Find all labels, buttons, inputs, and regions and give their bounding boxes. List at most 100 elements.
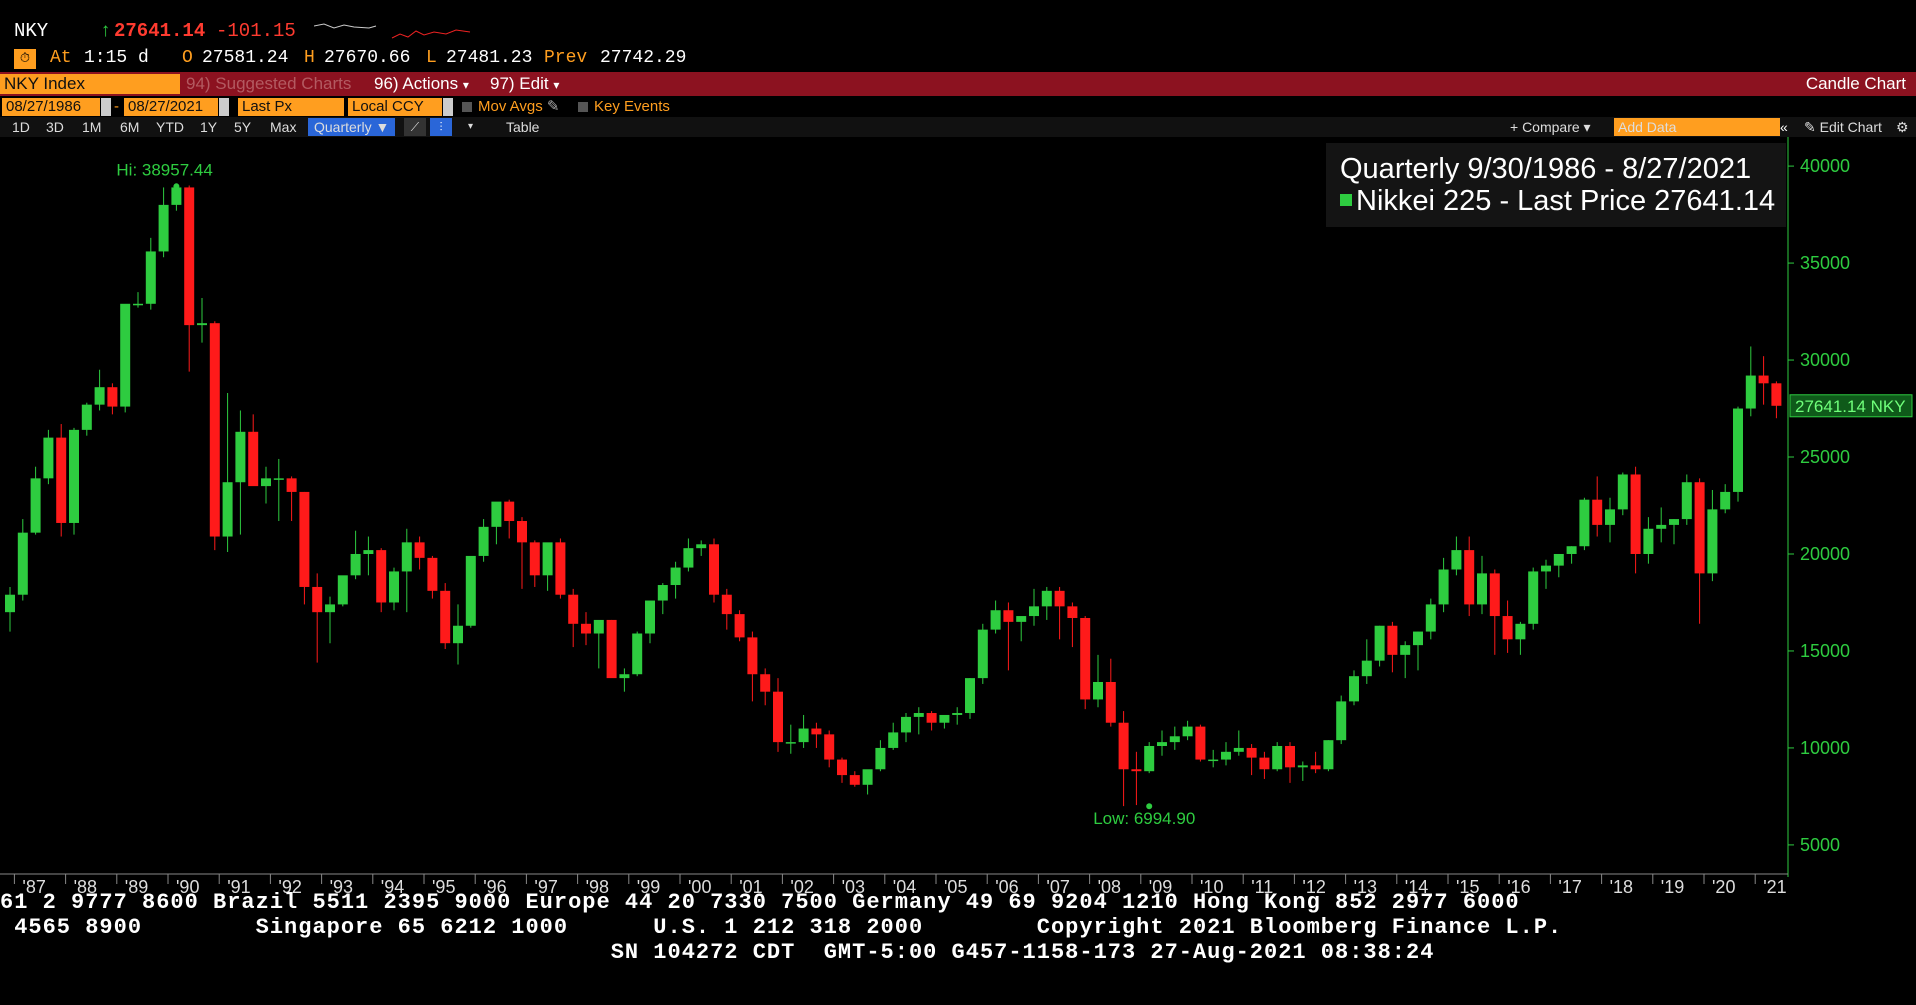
candle-body <box>222 482 233 537</box>
candle-body <box>158 204 169 252</box>
candle-body <box>1733 408 1743 492</box>
candle-body <box>1169 736 1180 743</box>
candle-body <box>1745 375 1756 409</box>
field-select[interactable]: Last Px <box>238 98 344 116</box>
chevron-down-icon[interactable] <box>443 98 453 116</box>
candle-body <box>1080 617 1091 700</box>
period-button-3d[interactable]: 3D <box>46 118 64 136</box>
period-button-1d[interactable]: 1D <box>12 118 30 136</box>
candle-body <box>1041 590 1052 607</box>
pencil-icon: ✎ <box>1804 119 1820 135</box>
candle-body <box>1323 740 1334 770</box>
frequency-select[interactable]: Quarterly ▼ <box>308 118 396 136</box>
edit-menu[interactable]: 97) Edit ▾ <box>490 74 559 94</box>
candle-body <box>1195 726 1206 760</box>
candle-body <box>1144 745 1155 772</box>
candle-body <box>798 728 809 743</box>
candle-body <box>504 501 515 522</box>
currency-select[interactable]: Local CCY <box>348 98 442 116</box>
candle-body <box>1131 769 1142 772</box>
candle-body <box>862 769 873 785</box>
chart-type-label: Candle Chart <box>1805 74 1906 93</box>
net-change: -101.15 <box>216 20 296 42</box>
candle-body <box>875 747 886 770</box>
candle-body <box>171 187 182 205</box>
candle-body <box>901 716 911 733</box>
table-button[interactable]: Table <box>506 118 539 136</box>
security-input[interactable]: NKY Index <box>0 74 180 94</box>
candle-body <box>325 604 335 613</box>
candle-body <box>1617 474 1628 510</box>
candle-chart-icon[interactable]: ⫶ <box>430 118 452 136</box>
end-date-input[interactable]: 08/27/2021 <box>124 98 218 116</box>
candle-body <box>286 478 297 492</box>
edit-chart-button[interactable]: ✎ Edit Chart <box>1804 118 1882 136</box>
ticker-symbol: NKY <box>14 20 49 42</box>
candle-body <box>888 732 899 748</box>
candle-body <box>1003 610 1014 622</box>
y-tick-label: 30000 <box>1800 350 1850 370</box>
calendar-icon[interactable] <box>219 98 229 116</box>
candle-body <box>952 713 963 715</box>
candlestick-chart[interactable]: 500010000150002000025000300003500040000'… <box>0 137 1916 897</box>
start-date-input[interactable]: 08/27/1986 <box>2 98 100 116</box>
collapse-icon[interactable]: « <box>1780 118 1788 136</box>
period-button-1y[interactable]: 1Y <box>200 118 217 136</box>
candle-body <box>517 521 527 543</box>
candle-body <box>453 625 463 644</box>
candle-body <box>1656 524 1667 529</box>
period-button-ytd[interactable]: YTD <box>156 118 184 136</box>
candle-body <box>389 571 399 603</box>
candle-body <box>1477 573 1487 605</box>
line-chart-icon[interactable]: ⟋ <box>404 118 426 136</box>
candle-body <box>721 594 732 615</box>
candle-body <box>683 548 694 568</box>
compare-button[interactable]: + Compare ▾ <box>1510 118 1591 136</box>
period-button-5y[interactable]: 5Y <box>234 118 251 136</box>
candle-body <box>414 542 425 558</box>
add-data-input[interactable]: Add Data <box>1614 118 1780 136</box>
key-events-toggle[interactable]: Key Events <box>578 98 670 116</box>
pencil-icon[interactable]: ✎ <box>543 98 560 115</box>
period-button-max[interactable]: Max <box>270 118 296 136</box>
candle-body <box>977 629 988 679</box>
suggested-charts-button[interactable]: 94) Suggested Charts <box>186 74 351 94</box>
period-button-1m[interactable]: 1M <box>82 118 101 136</box>
low-value: 27481.23 <box>446 48 533 68</box>
checkbox-icon <box>462 102 472 112</box>
candle-body <box>1246 747 1257 758</box>
candle-body <box>773 691 783 743</box>
candle-body <box>5 594 15 613</box>
candle-body <box>811 728 822 735</box>
candle-body <box>1400 645 1411 655</box>
candle-body <box>1105 681 1116 723</box>
y-tick-label: 5000 <box>1800 835 1840 855</box>
footer-line-1: 61 2 9777 8600 Brazil 5511 2395 9000 Eur… <box>0 890 1520 915</box>
high-value: 27670.66 <box>324 48 411 68</box>
candle-body <box>1285 745 1295 768</box>
period-button-6m[interactable]: 6M <box>120 118 139 136</box>
candle-body <box>1016 616 1027 622</box>
calendar-icon[interactable] <box>101 98 111 116</box>
candle-body <box>568 594 579 624</box>
actions-menu[interactable]: 96) Actions ▾ <box>374 74 469 94</box>
candle-body <box>824 734 835 760</box>
open-label: O <box>182 48 193 68</box>
edit-label: 97) Edit <box>490 74 549 93</box>
candle-body <box>43 437 54 479</box>
chevron-down-icon[interactable]: ▾ <box>468 118 473 136</box>
y-tick-label: 25000 <box>1800 447 1850 467</box>
candle-body <box>363 550 374 554</box>
y-tick-label: 35000 <box>1800 253 1850 273</box>
candle-body <box>350 553 361 576</box>
candle-body <box>581 623 591 634</box>
candle-body <box>1374 625 1385 661</box>
candle-body <box>606 619 617 679</box>
clock-icon[interactable]: ⏱ <box>14 49 36 69</box>
candle-body <box>785 742 796 744</box>
gear-icon[interactable]: ⚙ <box>1896 118 1909 136</box>
candle-body <box>376 550 387 603</box>
candle-body <box>248 431 259 487</box>
candle-body <box>1464 550 1475 605</box>
mov-avgs-toggle[interactable]: Mov Avgs ✎ <box>462 98 560 116</box>
